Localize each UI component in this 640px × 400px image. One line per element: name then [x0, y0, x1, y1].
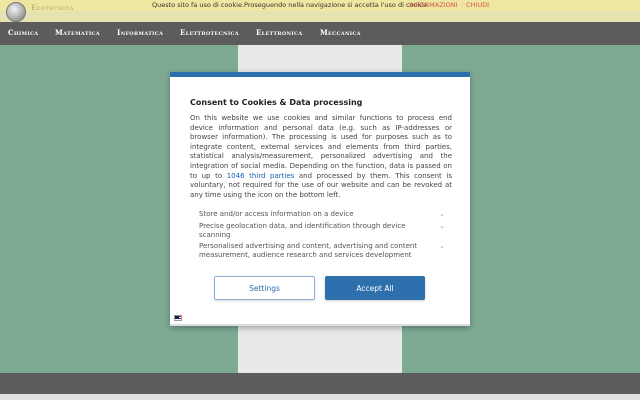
dialog-bottom-bar — [170, 324, 470, 326]
cookie-notice-message: Questo sito fa uso di cookie.Proseguendo… — [152, 1, 430, 9]
third-parties-link[interactable]: 1046 third parties — [227, 172, 295, 180]
site-header — [0, 11, 640, 22]
chevron-down-icon[interactable]: ⌄ — [438, 242, 446, 250]
chevron-down-icon[interactable]: ⌄ — [438, 210, 446, 218]
dialog-body-text: On this website we use cookies and simil… — [190, 114, 452, 200]
nav-item-elettronica[interactable]: Elettronica — [256, 22, 303, 45]
cookie-notice-bar: Questo sito fa uso di cookie.Proseguendo… — [0, 0, 640, 11]
purpose-personalised-ads[interactable]: Personalised advertising and content, ad… — [199, 242, 429, 260]
dialog-top-accent — [170, 72, 470, 77]
accept-all-button[interactable]: Accept All — [325, 276, 425, 300]
cookie-info-link[interactable]: INFORMAZIONI — [409, 0, 457, 11]
nav-item-informatica[interactable]: Informatica — [117, 22, 163, 45]
purpose-store-access[interactable]: Store and/or access information on a dev… — [199, 210, 429, 219]
consent-dialog: Consent to Cookies & Data processing On … — [170, 72, 470, 326]
settings-button[interactable]: Settings — [214, 276, 315, 300]
dialog-title: Consent to Cookies & Data processing — [190, 98, 363, 107]
footer-strip — [0, 394, 640, 400]
uk-flag-icon[interactable] — [174, 315, 182, 321]
dialog-body-intro: On this website we use cookies and simil… — [190, 114, 452, 180]
nav-item-matematica[interactable]: Matematica — [55, 22, 100, 45]
main-nav: Chimica Matematica Informatica Elettrote… — [0, 22, 640, 45]
chevron-down-icon[interactable]: ⌄ — [438, 222, 446, 230]
site-logo-text[interactable]: Edutecnica — [31, 4, 74, 12]
purpose-geolocation[interactable]: Precise geolocation data, and identifica… — [199, 222, 429, 240]
globe-logo-icon[interactable] — [6, 2, 26, 22]
cookie-close-link[interactable]: CHIUDI — [466, 0, 489, 11]
nav-item-elettrotecnica[interactable]: Elettrotecnica — [180, 22, 239, 45]
site-footer — [0, 373, 640, 394]
nav-item-meccanica[interactable]: Meccanica — [320, 22, 361, 45]
nav-item-chimica[interactable]: Chimica — [8, 22, 38, 45]
